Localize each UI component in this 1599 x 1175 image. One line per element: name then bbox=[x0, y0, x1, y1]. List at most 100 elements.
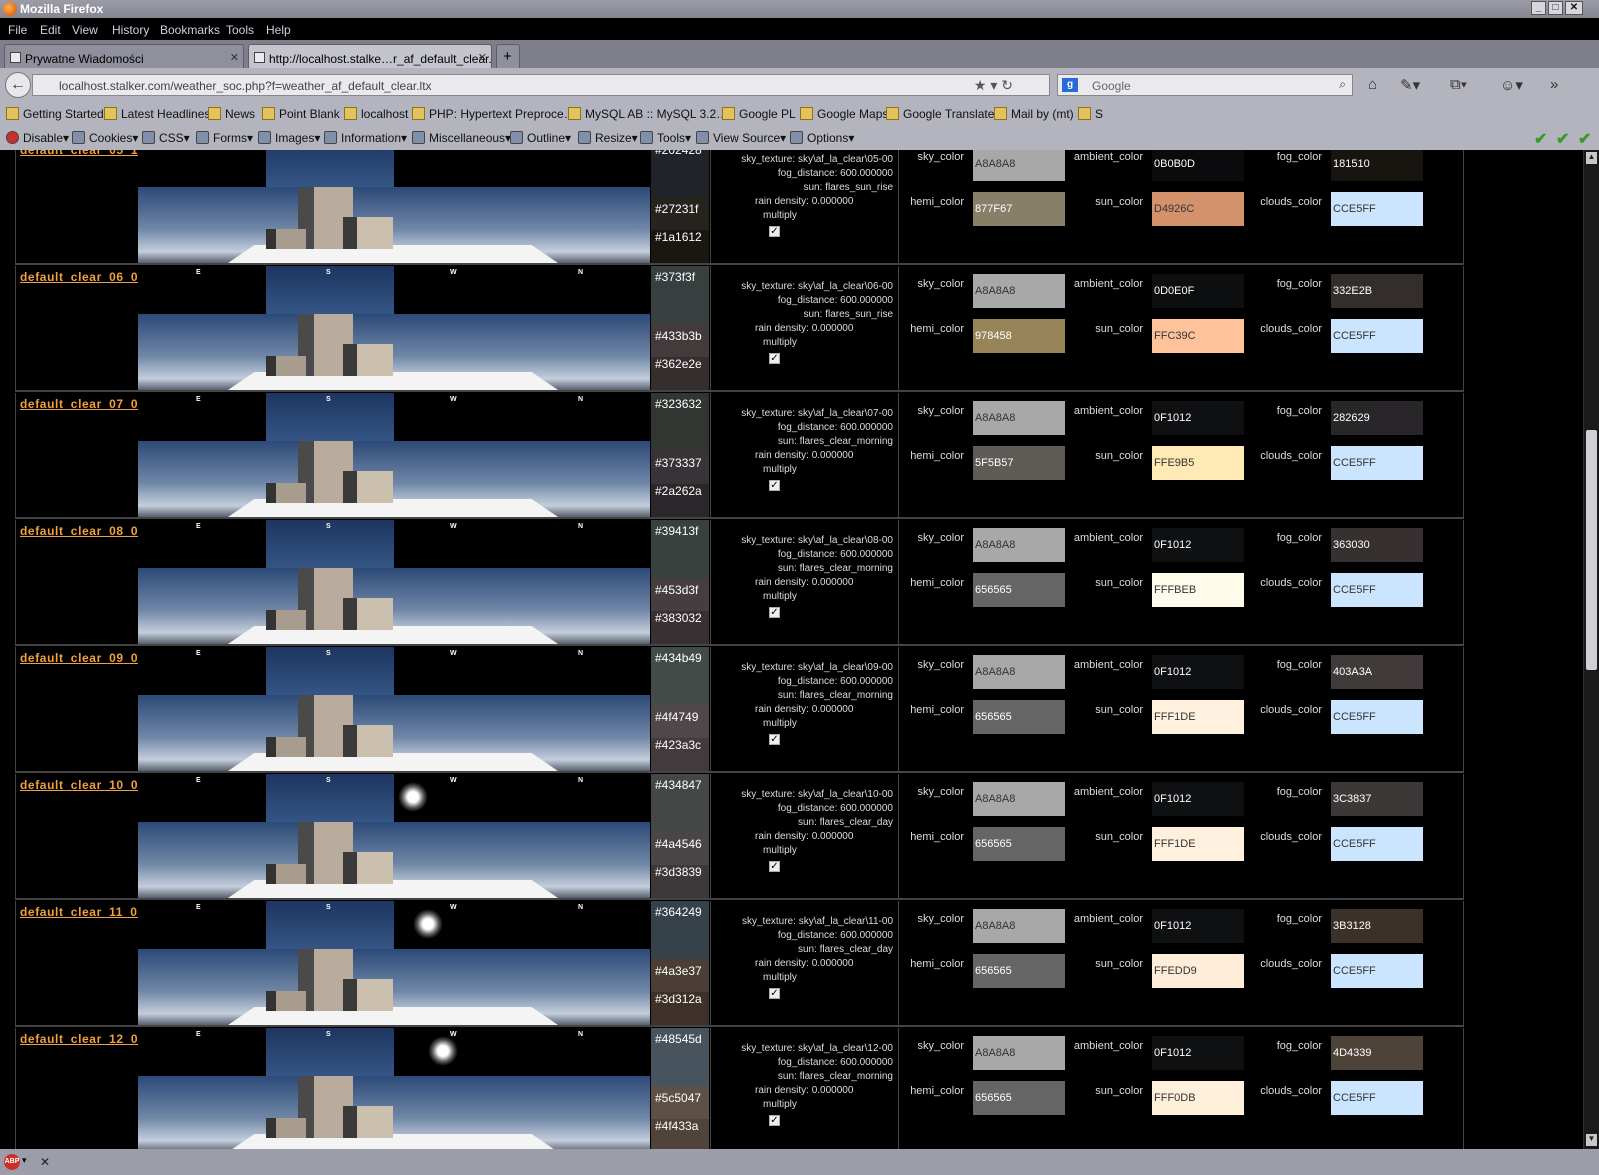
ambient-color-swatch[interactable]: 0F1012 bbox=[1152, 1036, 1244, 1070]
sky-color-swatch[interactable]: A8A8A8 bbox=[973, 401, 1065, 435]
vertical-scrollbar[interactable]: ▲ ▼ bbox=[1583, 150, 1599, 1149]
maximize-button[interactable]: □ bbox=[1548, 1, 1563, 15]
ambient-color-swatch[interactable]: 0F1012 bbox=[1152, 782, 1244, 816]
close-tab-icon[interactable]: ✕ bbox=[230, 51, 239, 64]
weather-row-link[interactable]: default_clear_10_00 bbox=[20, 778, 145, 792]
weather-row-link[interactable]: default_clear_09_00 bbox=[20, 651, 145, 665]
sky-color-swatch[interactable]: A8A8A8 bbox=[973, 274, 1065, 308]
bookmark-latest-headlines[interactable]: Latest Headlines bbox=[104, 107, 210, 121]
greasemonkey-icon[interactable]: ☺▾ bbox=[1500, 76, 1523, 94]
back-button[interactable]: ← bbox=[5, 72, 31, 98]
sun-color-swatch[interactable]: FFF1DE bbox=[1152, 827, 1244, 861]
hemi-color-swatch[interactable]: 656565 bbox=[973, 827, 1065, 861]
dev-css[interactable]: CSS▾ bbox=[142, 131, 190, 145]
fog-color-swatch[interactable]: 403A3A bbox=[1331, 655, 1423, 689]
sun-color-swatch[interactable]: FFC39C bbox=[1152, 319, 1244, 353]
fog-color-swatch[interactable]: 363030 bbox=[1331, 528, 1423, 562]
hemi-color-swatch[interactable]: 656565 bbox=[973, 1081, 1065, 1115]
weather-row-link[interactable]: default_clear_08_00 bbox=[20, 524, 145, 538]
sun-color-swatch[interactable]: FFFBEB bbox=[1152, 573, 1244, 607]
sky-color-swatch[interactable]: A8A8A8 bbox=[973, 909, 1065, 943]
clouds-color-swatch[interactable]: CCE5FF bbox=[1331, 573, 1423, 607]
weather-row-link[interactable]: default_clear_07_00 bbox=[20, 397, 145, 411]
dev-images[interactable]: Images▾ bbox=[258, 131, 320, 145]
menu-edit[interactable]: Edit bbox=[40, 23, 61, 37]
fog-color-swatch[interactable]: 181510 bbox=[1331, 150, 1423, 181]
hemi-color-swatch[interactable]: 656565 bbox=[973, 573, 1065, 607]
sky-color-swatch[interactable]: A8A8A8 bbox=[973, 782, 1065, 816]
clouds-color-swatch[interactable]: CCE5FF bbox=[1331, 700, 1423, 734]
multiply-checkbox[interactable]: ✓ bbox=[769, 734, 780, 745]
hemi-color-swatch[interactable]: 656565 bbox=[973, 700, 1065, 734]
dev-disable[interactable]: Disable▾ bbox=[6, 131, 69, 145]
sun-color-swatch[interactable]: FFF1DE bbox=[1152, 700, 1244, 734]
menu-view[interactable]: View bbox=[72, 23, 98, 37]
bookmark-php[interactable]: PHP: Hypertext Preproce… bbox=[412, 107, 576, 121]
validation-check-icon[interactable]: ✔ bbox=[1556, 129, 1569, 149]
sun-color-swatch[interactable]: D4926C bbox=[1152, 192, 1244, 226]
search-magnifier-icon[interactable]: ⌕ bbox=[1339, 77, 1346, 92]
bookmark-localhost[interactable]: localhost bbox=[344, 107, 408, 121]
multiply-checkbox[interactable]: ✓ bbox=[769, 480, 780, 491]
dev-view-source[interactable]: View Source▾ bbox=[696, 131, 786, 145]
scroll-up-icon[interactable]: ▲ bbox=[1586, 152, 1597, 164]
sky-color-swatch[interactable]: A8A8A8 bbox=[973, 1036, 1065, 1070]
ambient-color-swatch[interactable]: 0D0E0F bbox=[1152, 274, 1244, 308]
home-icon[interactable]: ⌂ bbox=[1368, 76, 1377, 93]
clouds-color-swatch[interactable]: CCE5FF bbox=[1331, 827, 1423, 861]
multiply-checkbox[interactable]: ✓ bbox=[769, 226, 780, 237]
ambient-color-swatch[interactable]: 0B0B0D bbox=[1152, 150, 1244, 181]
validation-check-icon[interactable]: ✔ bbox=[1578, 129, 1591, 149]
sun-color-swatch[interactable]: FFEDD9 bbox=[1152, 954, 1244, 988]
multiply-checkbox[interactable]: ✓ bbox=[769, 353, 780, 364]
fog-color-swatch[interactable]: 282629 bbox=[1331, 401, 1423, 435]
menu-bookmarks[interactable]: Bookmarks bbox=[160, 23, 220, 37]
fog-color-swatch[interactable]: 332E2B bbox=[1331, 274, 1423, 308]
bookmark-mail[interactable]: Mail by (mt) bbox=[994, 107, 1074, 121]
ambient-color-swatch[interactable]: 0F1012 bbox=[1152, 401, 1244, 435]
dev-tools[interactable]: Tools▾ bbox=[640, 131, 691, 145]
weather-row-link[interactable]: default_clear_06_00 bbox=[20, 270, 145, 284]
sun-color-swatch[interactable]: FFF0DB bbox=[1152, 1081, 1244, 1115]
close-statusbar-icon[interactable]: ✕ bbox=[40, 1155, 50, 1169]
hemi-color-swatch[interactable]: 978458 bbox=[973, 319, 1065, 353]
dev-cookies[interactable]: Cookies▾ bbox=[72, 131, 138, 145]
bookmark-google-translate[interactable]: Google Translate bbox=[886, 107, 994, 121]
tab-prywatne-wiadomosci[interactable]: Prywatne Wiadomości ✕ bbox=[4, 44, 244, 68]
ambient-color-swatch[interactable]: 0F1012 bbox=[1152, 655, 1244, 689]
scrollbar-thumb[interactable] bbox=[1586, 430, 1597, 670]
menu-file[interactable]: File bbox=[8, 23, 27, 37]
tools-dropdown-icon[interactable]: ✎▾ bbox=[1400, 76, 1420, 94]
ambient-color-swatch[interactable]: 0F1012 bbox=[1152, 528, 1244, 562]
weather-row-link[interactable]: default_clear_11_00 bbox=[20, 905, 145, 919]
adblock-dropdown-icon[interactable]: ▾ bbox=[22, 1155, 27, 1166]
menu-history[interactable]: History bbox=[112, 23, 149, 37]
dev-outline[interactable]: Outline▾ bbox=[510, 131, 571, 145]
multiply-checkbox[interactable]: ✓ bbox=[769, 988, 780, 999]
fog-color-swatch[interactable]: 3C3837 bbox=[1331, 782, 1423, 816]
sky-color-swatch[interactable]: A8A8A8 bbox=[973, 655, 1065, 689]
bookmark-mysql[interactable]: MySQL AB :: MySQL 3.2… bbox=[568, 107, 728, 121]
scroll-down-icon[interactable]: ▼ bbox=[1586, 1134, 1597, 1146]
bookmark-getting-started[interactable]: Getting Started bbox=[6, 107, 104, 121]
adblock-icon[interactable]: ABP bbox=[4, 1154, 20, 1170]
minimize-button[interactable]: _ bbox=[1531, 1, 1546, 15]
hemi-color-swatch[interactable]: 656565 bbox=[973, 954, 1065, 988]
bookmark-point-blank[interactable]: Point Blank bbox=[262, 107, 340, 121]
bookmark-s[interactable]: S bbox=[1078, 107, 1103, 121]
dev-options[interactable]: Options▾ bbox=[790, 131, 854, 145]
clouds-color-swatch[interactable]: CCE5FF bbox=[1331, 319, 1423, 353]
close-tab-icon[interactable]: ✕ bbox=[478, 51, 487, 64]
multiply-checkbox[interactable]: ✓ bbox=[769, 607, 780, 618]
dev-resize[interactable]: Resize▾ bbox=[578, 131, 638, 145]
close-window-button[interactable]: ✕ bbox=[1565, 1, 1583, 15]
tab-weather-ltx[interactable]: http://localhost.stalke…r_af_default_cle… bbox=[248, 44, 492, 68]
bookmark-news[interactable]: News bbox=[208, 107, 255, 121]
menu-tools[interactable]: Tools bbox=[226, 23, 254, 37]
validation-check-icon[interactable]: ✔ bbox=[1534, 129, 1547, 149]
search-box[interactable]: g Google ⌕ bbox=[1057, 74, 1353, 96]
clouds-color-swatch[interactable]: CCE5FF bbox=[1331, 446, 1423, 480]
clouds-color-swatch[interactable]: CCE5FF bbox=[1331, 192, 1423, 226]
sky-color-swatch[interactable]: A8A8A8 bbox=[973, 150, 1065, 181]
ambient-color-swatch[interactable]: 0F1012 bbox=[1152, 909, 1244, 943]
